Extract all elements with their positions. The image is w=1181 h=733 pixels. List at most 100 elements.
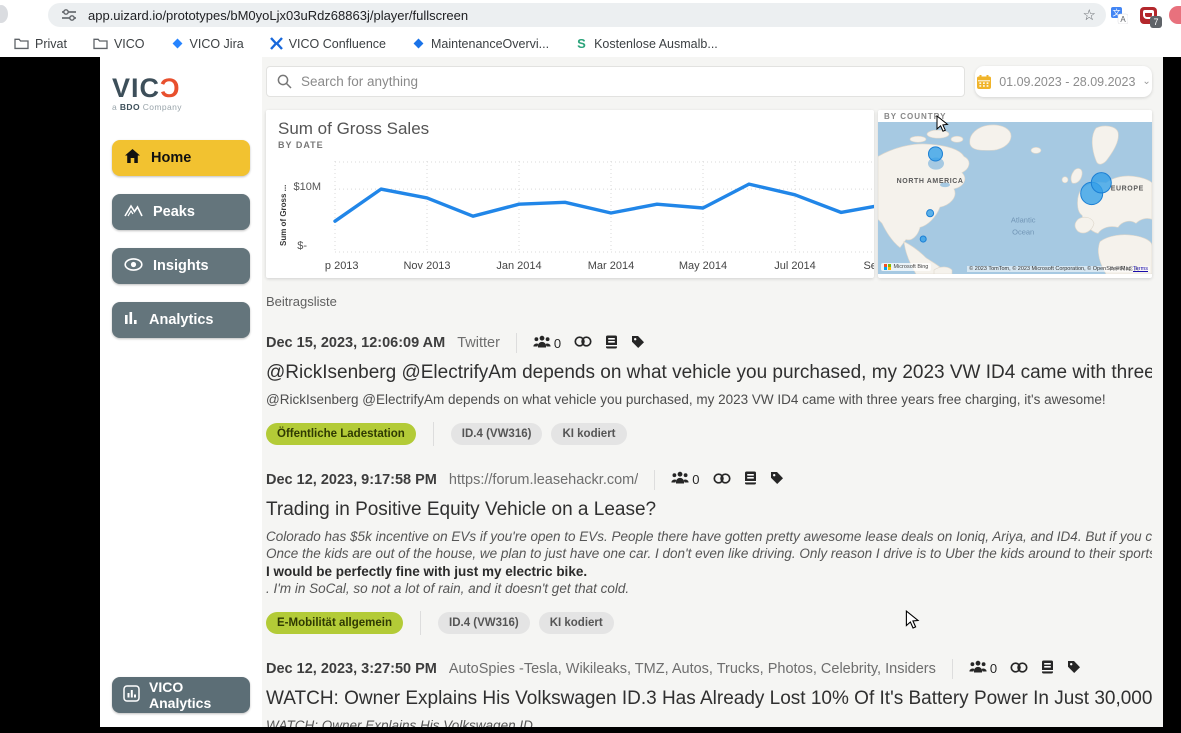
- search-bar[interactable]: [266, 66, 965, 97]
- post-meta: Dec 12, 2023, 3:27:50 PM AutoSpies -Tesla…: [266, 659, 1152, 679]
- x-tick-label: Jan 2014: [496, 260, 541, 272]
- post-title[interactable]: Trading in Positive Equity Vehicle on a …: [266, 499, 1152, 521]
- x-tick-label: Nov 2013: [403, 260, 450, 272]
- link-icon: [1010, 661, 1028, 677]
- sidebar-item-label: Insights: [153, 258, 209, 274]
- map-terms-link[interactable]: Terms: [1133, 266, 1148, 272]
- book-icon: [1041, 660, 1054, 677]
- sidebar: VICƆ a BDO Company Home Peaks Insights Anal…: [100, 57, 262, 727]
- svg-text:A: A: [1120, 15, 1126, 24]
- book-button[interactable]: [744, 471, 757, 488]
- bookmark-label: MaintenanceOvervi...: [431, 37, 549, 51]
- home-icon: [124, 148, 141, 168]
- link-button[interactable]: [713, 472, 731, 488]
- tag-pill[interactable]: KI kodiert: [539, 612, 614, 634]
- tag-button[interactable]: [770, 471, 784, 488]
- link-icon: [574, 335, 592, 351]
- bookmark-item[interactable]: Privat: [14, 37, 67, 51]
- tag-pill[interactable]: KI kodiert: [551, 423, 626, 445]
- extension-icon[interactable]: 7: [1140, 7, 1157, 24]
- bing-logo[interactable]: Microsoft Bing: [881, 263, 931, 272]
- jira-icon: [171, 37, 184, 50]
- bookmark-item[interactable]: MaintenanceOvervi...: [412, 37, 549, 51]
- divider: [952, 659, 953, 679]
- post-title[interactable]: @RickIsenberg @ElectrifyAm depends on wh…: [266, 362, 1152, 384]
- book-icon: [605, 335, 618, 352]
- post-item: Dec 15, 2023, 12:06:09 AMTwitter0@RickIs…: [266, 333, 1152, 446]
- bookmark-item[interactable]: VICO Confluence: [270, 37, 386, 51]
- x-tick-label: May 2014: [679, 260, 727, 272]
- posts-section-title: Beitragsliste: [266, 294, 1152, 309]
- post-body: @RickIsenberg @ElectrifyAm depends on wh…: [266, 391, 1152, 409]
- post-body: Colorado has $5k incentive on EVs if you…: [266, 528, 1152, 598]
- divider: [516, 333, 517, 353]
- map-marker-canada[interactable]: [929, 147, 943, 161]
- map-label-text: NORTH AMERICA: [897, 178, 964, 185]
- bookmark-star-icon[interactable]: ☆: [1083, 6, 1096, 24]
- map-label-text: Atlantic: [1011, 215, 1036, 224]
- bookmark-label: Privat: [35, 37, 67, 51]
- users-count[interactable]: 0: [533, 335, 561, 352]
- map-marker-usa[interactable]: [927, 210, 934, 217]
- folder-icon: [93, 37, 108, 50]
- post-body-line: WATCH: Owner Explains His Volkswagen ID.: [266, 717, 1152, 728]
- post-datetime: Dec 12, 2023, 3:27:50 PM: [266, 661, 437, 677]
- sidebar-item-vico-analytics[interactable]: VICO Analytics: [112, 677, 250, 713]
- date-range-picker[interactable]: 01.09.2023 - 28.09.2023 ⌄: [975, 66, 1152, 97]
- profile-avatar[interactable]: [1169, 6, 1181, 24]
- logo-subtitle: a BDO Company: [112, 102, 250, 112]
- tag-pill[interactable]: ID.4 (VW316): [451, 423, 543, 445]
- x-tick-label: Mar 2014: [588, 260, 634, 272]
- address-bar[interactable]: app.uizard.io/prototypes/bM0yoLjx03uRdz6…: [48, 3, 1106, 27]
- post-source[interactable]: https://forum.leasehackr.com/: [449, 472, 638, 488]
- site-settings-icon[interactable]: [62, 9, 76, 21]
- sidebar-item-label: Home: [151, 150, 191, 166]
- users-count[interactable]: 0: [671, 471, 699, 488]
- users-icon: [533, 335, 551, 352]
- book-button[interactable]: [1041, 660, 1054, 677]
- url-text[interactable]: app.uizard.io/prototypes/bM0yoLjx03uRdz6…: [88, 8, 1075, 23]
- tag-icon: [1067, 660, 1081, 677]
- tag-pill[interactable]: Öffentliche Ladestation: [266, 423, 416, 445]
- vico-logo: VICƆ: [112, 75, 250, 101]
- map-marker-mexico[interactable]: [920, 236, 926, 242]
- map-marker-germany[interactable]: [1091, 173, 1111, 193]
- sidebar-item-home[interactable]: Home: [112, 140, 250, 176]
- post-source[interactable]: AutoSpies -Tesla, Wikileaks, TMZ, Autos,…: [449, 661, 936, 677]
- x-tick-label: Jul 2014: [774, 260, 816, 272]
- link-button[interactable]: [1010, 661, 1028, 677]
- divider: [420, 611, 421, 635]
- eye-icon: [124, 258, 143, 275]
- date-range-text: 01.09.2023 - 28.09.2023: [999, 75, 1135, 89]
- tag-button[interactable]: [1067, 660, 1081, 677]
- sidebar-item-peaks[interactable]: Peaks: [112, 194, 250, 230]
- bookmark-item[interactable]: VICO Jira: [171, 37, 244, 51]
- map-attribution: © 2023 TomTom, © 2023 Microsoft Corporat…: [967, 266, 1150, 272]
- sidebar-item-insights[interactable]: Insights: [112, 248, 250, 284]
- topbar: 01.09.2023 - 28.09.2023 ⌄: [266, 66, 1152, 97]
- users-icon: [969, 660, 987, 677]
- bing-map[interactable]: NORTH AMERICAEUROPEAFRICAAtlanticOcean M…: [878, 122, 1152, 274]
- post-source[interactable]: Twitter: [457, 335, 500, 351]
- post-tags: Öffentliche Ladestation ID.4 (VW316) KI ko…: [266, 422, 1152, 446]
- bookmark-item[interactable]: SKostenlose Ausmalb...: [575, 37, 718, 51]
- y-axis-label: Sum of Gross ...: [279, 185, 288, 246]
- users-count[interactable]: 0: [969, 660, 997, 677]
- link-button[interactable]: [574, 335, 592, 351]
- svg-text:S: S: [577, 37, 586, 50]
- sidebar-item-analytics[interactable]: Analytics: [112, 302, 250, 338]
- bookmark-label: VICO Confluence: [289, 37, 386, 51]
- chart-title: Sum of Gross Sales: [278, 119, 874, 139]
- line-chart-plot[interactable]: Sep 2013Nov 2013Jan 2014Mar 2014May 2014…: [325, 158, 874, 275]
- extension-badge: 7: [1150, 16, 1162, 28]
- users-count-value: 0: [990, 661, 997, 676]
- book-button[interactable]: [605, 335, 618, 352]
- calendar-icon: [976, 74, 992, 90]
- post-title[interactable]: WATCH: Owner Explains His Volkswagen ID.…: [266, 688, 1152, 710]
- translate-icon[interactable]: 文 A: [1111, 7, 1128, 24]
- search-input[interactable]: [301, 74, 954, 89]
- tag-pill[interactable]: ID.4 (VW316): [438, 612, 530, 634]
- tag-pill[interactable]: E-Mobilität allgemein: [266, 612, 403, 634]
- bookmark-item[interactable]: VICO: [93, 37, 145, 51]
- tag-button[interactable]: [631, 335, 645, 352]
